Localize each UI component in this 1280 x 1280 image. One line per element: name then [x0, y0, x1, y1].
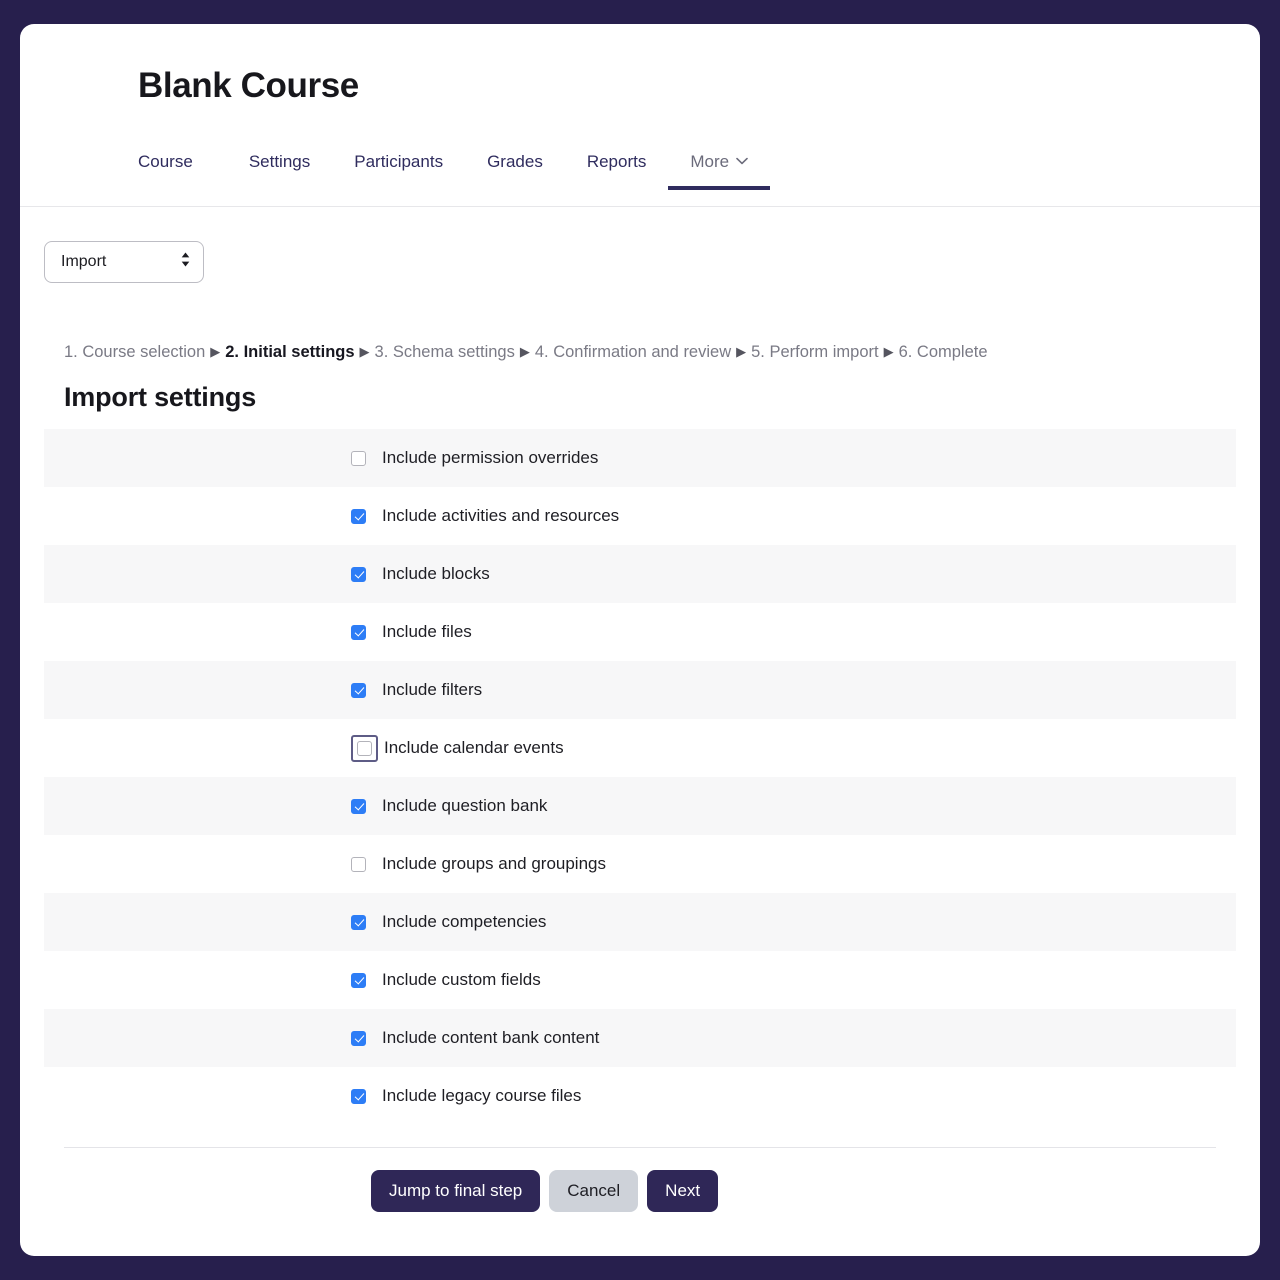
setting-field: Include files [351, 622, 472, 642]
course-action-select[interactable]: Import [44, 241, 204, 284]
nav-tab-label: Reports [586, 152, 647, 172]
course-header: Blank Course Course Settings Participants G… [20, 24, 1260, 208]
setting-label[interactable]: Include permission overrides [382, 448, 598, 468]
setting-row: Include custom fields [44, 951, 1236, 1009]
form-divider [64, 1147, 1216, 1149]
nav-tab-settings[interactable]: Settings [227, 142, 332, 190]
nav-tab-reports[interactable]: Reports [565, 142, 669, 190]
checkbox-blocks[interactable] [351, 566, 366, 582]
step-1[interactable]: 1. Course selection [64, 343, 205, 361]
form-actions: Jump to final step Cancel Next [44, 1170, 1236, 1213]
checkbox-calendar-events[interactable] [357, 740, 372, 756]
checkbox-legacy-course-files[interactable] [351, 1088, 366, 1104]
setting-label[interactable]: Include custom fields [382, 970, 541, 990]
setting-field: Include content bank content [351, 1028, 599, 1048]
setting-row: Include legacy course files [44, 1067, 1236, 1125]
setting-label[interactable]: Include activities and resources [382, 506, 619, 526]
setting-row: Include question bank [44, 777, 1236, 836]
chevron-down-icon [736, 157, 748, 165]
setting-field: Include groups and groupings [351, 854, 606, 874]
nav-tab-label: More [690, 152, 730, 172]
checkbox-content-bank-content[interactable] [351, 1030, 366, 1046]
step-6[interactable]: 6. Complete [899, 343, 988, 361]
setting-row: Include filters [44, 661, 1236, 720]
setting-label[interactable]: Include competencies [382, 912, 546, 932]
checkbox-groups-and-groupings[interactable] [351, 856, 366, 872]
setting-row: Include calendar events [44, 719, 1236, 777]
setting-field: Include competencies [351, 912, 546, 932]
page-background: Blank Course Course Settings Participants G… [0, 0, 1280, 1280]
nav-tab-course[interactable]: Course [138, 142, 215, 190]
setting-field: Include calendar events [351, 734, 564, 762]
setting-field: Include custom fields [351, 970, 541, 990]
nav-tab-more[interactable]: More [668, 142, 770, 191]
step-separator-icon: ▶ [736, 344, 747, 360]
nav-tab-label: Participants [354, 152, 444, 172]
page-title: Blank Course [138, 66, 359, 105]
nav-tab-participants[interactable]: Participants [332, 142, 465, 190]
setting-label[interactable]: Include files [382, 622, 472, 642]
course-nav-tabs: Course Settings Participants Grades Reports M… [138, 142, 1260, 191]
setting-row: Include permission overrides [44, 429, 1236, 488]
next-button[interactable]: Next [647, 1170, 719, 1213]
setting-label[interactable]: Include content bank content [382, 1028, 599, 1048]
checkbox-question-bank[interactable] [351, 798, 366, 814]
setting-row: Include groups and groupings [44, 835, 1236, 893]
nav-tab-label: Grades [487, 152, 543, 172]
nav-tab-label: Settings [248, 152, 311, 172]
step-separator-icon: ▶ [519, 344, 530, 360]
step-4[interactable]: 4. Confirmation and review [535, 343, 731, 361]
action-select-wrapper: Import [44, 241, 204, 284]
setting-row: Include competencies [44, 893, 1236, 952]
setting-label[interactable]: Include legacy course files [382, 1086, 581, 1106]
setting-field: Include activities and resources [351, 506, 619, 526]
setting-row: Include blocks [44, 545, 1236, 604]
setting-field: Include permission overrides [351, 448, 598, 468]
nav-tab-grades[interactable]: Grades [465, 142, 565, 190]
course-card: Blank Course Course Settings Participants G… [20, 24, 1260, 1256]
setting-field: Include legacy course files [351, 1086, 581, 1106]
cancel-button[interactable]: Cancel [549, 1170, 639, 1213]
import-steps-breadcrumb: 1. Course selection ▶ 2. Initial settings ▶… [44, 341, 1236, 364]
step-separator-icon: ▶ [210, 344, 221, 360]
action-select-value: Import [61, 253, 107, 271]
checkbox-focus-ring [351, 734, 378, 762]
import-settings-list: Include permission overrides Include acti… [44, 429, 1236, 1125]
checkbox-custom-fields[interactable] [351, 972, 366, 988]
setting-label[interactable]: Include calendar events [384, 738, 564, 758]
setting-field: Include blocks [351, 564, 490, 584]
checkbox-competencies[interactable] [351, 914, 366, 930]
updown-arrows-icon [180, 251, 191, 273]
checkbox-permission-overrides[interactable] [351, 450, 366, 466]
checkbox-activities-and-resources[interactable] [351, 508, 366, 524]
setting-label[interactable]: Include question bank [382, 796, 547, 816]
setting-row: Include activities and resources [44, 487, 1236, 545]
jump-to-final-step-button[interactable]: Jump to final step [371, 1170, 541, 1213]
main-content: Import 1. Course selection ▶ 2. Initial se… [20, 207, 1260, 1213]
nav-tab-label: Course [138, 152, 193, 172]
setting-label[interactable]: Include groups and groupings [382, 854, 606, 874]
setting-label[interactable]: Include filters [382, 680, 482, 700]
step-3[interactable]: 3. Schema settings [375, 343, 515, 361]
step-2: 2. Initial settings [225, 343, 355, 362]
setting-label[interactable]: Include blocks [382, 564, 490, 584]
setting-field: Include question bank [351, 796, 547, 816]
checkbox-files[interactable] [351, 624, 366, 640]
setting-field: Include filters [351, 680, 482, 700]
step-separator-icon: ▶ [359, 344, 370, 360]
section-title: Import settings [64, 382, 257, 413]
setting-row: Include content bank content [44, 1009, 1236, 1068]
checkbox-filters[interactable] [351, 682, 366, 698]
step-separator-icon: ▶ [883, 344, 894, 360]
setting-row: Include files [44, 603, 1236, 661]
step-5[interactable]: 5. Perform import [751, 343, 878, 361]
